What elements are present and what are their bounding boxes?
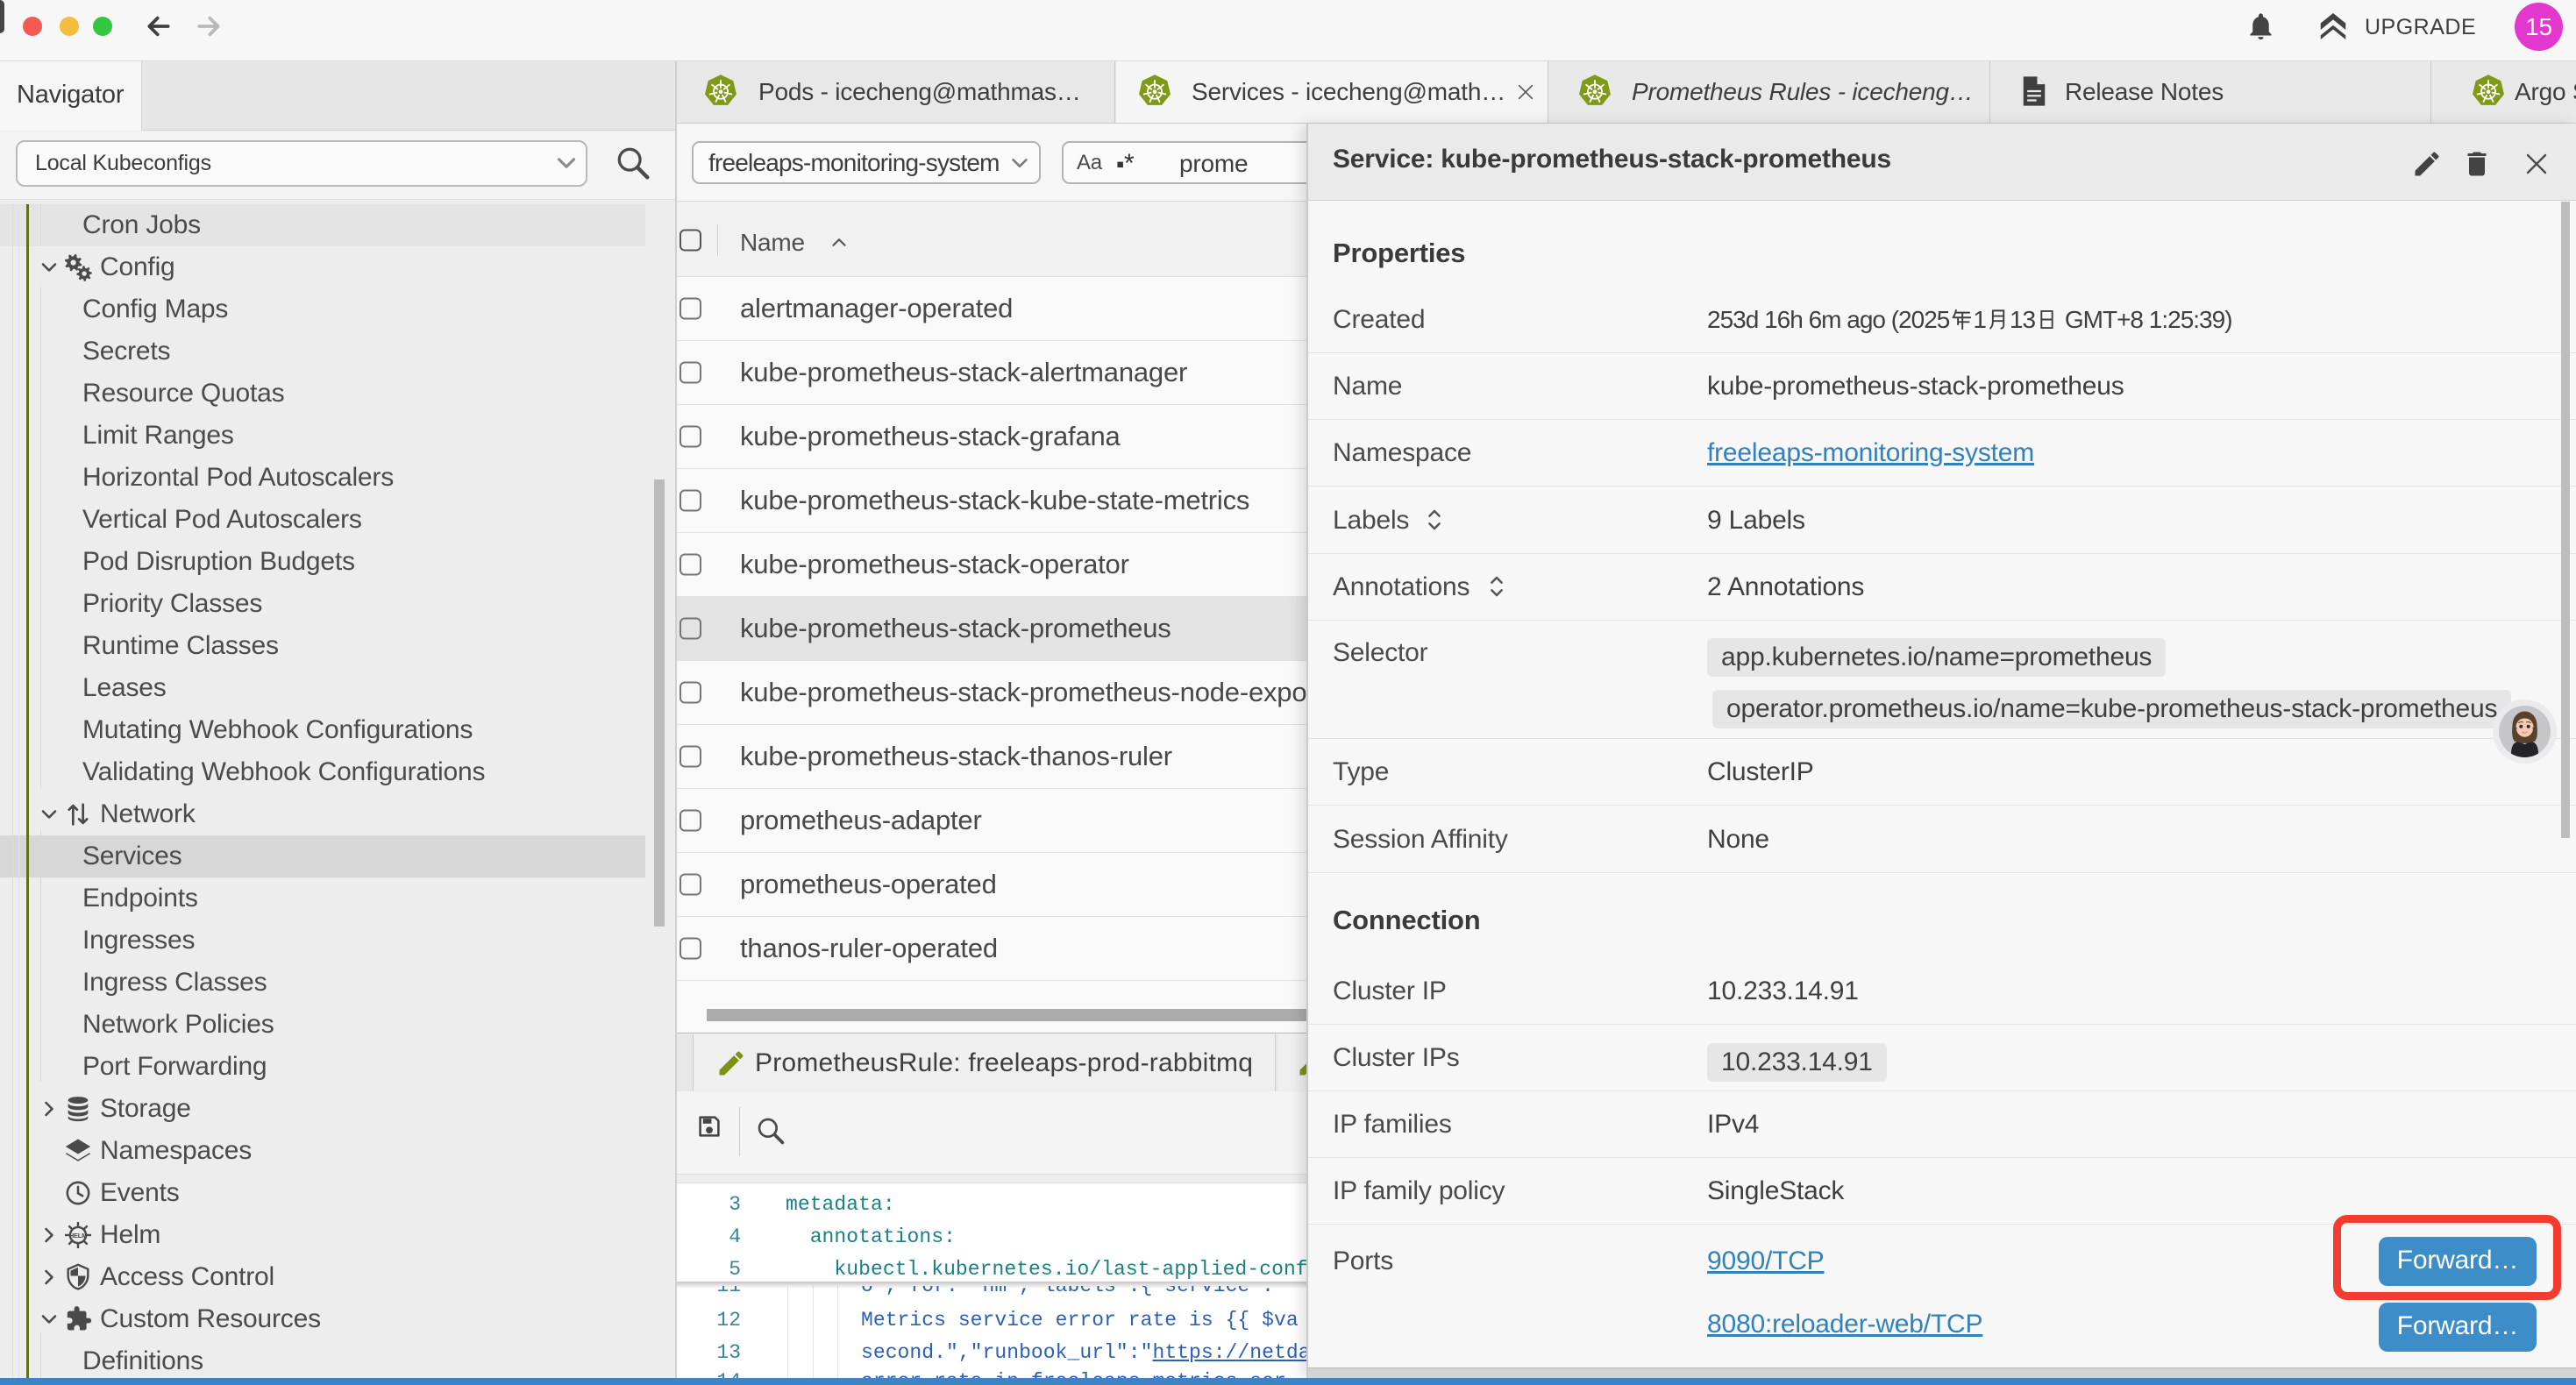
svg-text:HELM: HELM [69, 1232, 88, 1239]
